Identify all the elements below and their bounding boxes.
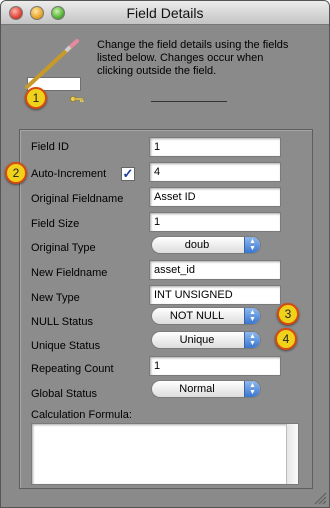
callout-badge-3: 3 (277, 303, 299, 325)
auto-increment-checkbox[interactable]: ✓ (121, 167, 135, 181)
calculation-formula-textarea[interactable] (31, 423, 299, 485)
calculation-formula-label: Calculation Formula: (31, 409, 132, 421)
new-fieldname-input[interactable]: asset_id (149, 260, 281, 280)
title-bar[interactable]: Field Details (1, 1, 329, 25)
original-type-value: doub (184, 239, 210, 251)
original-fieldname-input[interactable]: Asset ID (149, 187, 281, 207)
field-id-label: Field ID (31, 141, 69, 153)
field-size-input[interactable]: 1 (149, 212, 281, 232)
checkmark-icon: ✓ (122, 166, 134, 181)
new-type-input[interactable]: INT UNSIGNED (149, 285, 281, 305)
popup-arrows-icon: ▲ ▼ (244, 381, 260, 397)
auto-increment-input[interactable]: 4 (149, 162, 281, 182)
null-status-popup[interactable]: NOT NULL ▲ ▼ (151, 307, 261, 325)
auto-increment-label: Auto-Increment (31, 168, 107, 180)
window-title: Field Details (126, 5, 204, 21)
original-type-popup[interactable]: doub ▲ ▼ (151, 236, 261, 254)
field-size-label: Field Size (31, 218, 80, 230)
repeating-count-input[interactable]: 1 (149, 356, 281, 376)
popup-arrows-icon: ▲ ▼ (244, 308, 260, 324)
popup-arrows-icon: ▲ ▼ (244, 237, 260, 253)
callout-badge-4: 4 (275, 328, 297, 350)
callout-badge-1: 1 (25, 87, 47, 109)
repeating-count-label: Repeating Count (31, 363, 114, 375)
pencil-icon (25, 39, 79, 89)
unique-status-popup[interactable]: Unique ▲ ▼ (151, 331, 261, 349)
callout-badge-2: 2 (5, 162, 27, 184)
null-status-label: NULL Status (31, 316, 93, 328)
null-status-value: NOT NULL (169, 310, 225, 322)
field-id-input[interactable]: 1 (149, 137, 281, 157)
original-fieldname-label: Original Fieldname (31, 193, 124, 205)
resize-grip-icon[interactable] (313, 491, 327, 505)
global-status-value: Normal (179, 383, 215, 395)
field-details-window: Field Details 1 Change the field details… (0, 0, 330, 508)
original-type-label: Original Type (31, 242, 96, 254)
unique-status-value: Unique (179, 334, 215, 346)
instructions-text: Change the field details using the field… (97, 39, 289, 77)
key-icon (70, 96, 84, 102)
unique-status-label: Unique Status (31, 340, 101, 352)
divider (151, 101, 227, 102)
global-status-popup[interactable]: Normal ▲ ▼ (151, 380, 261, 398)
global-status-label: Global Status (31, 388, 98, 400)
new-fieldname-label: New Fieldname (31, 267, 108, 279)
popup-arrows-icon: ▲ ▼ (244, 332, 260, 348)
new-type-label: New Type (31, 292, 80, 304)
calculation-scrollbar[interactable] (286, 424, 298, 484)
